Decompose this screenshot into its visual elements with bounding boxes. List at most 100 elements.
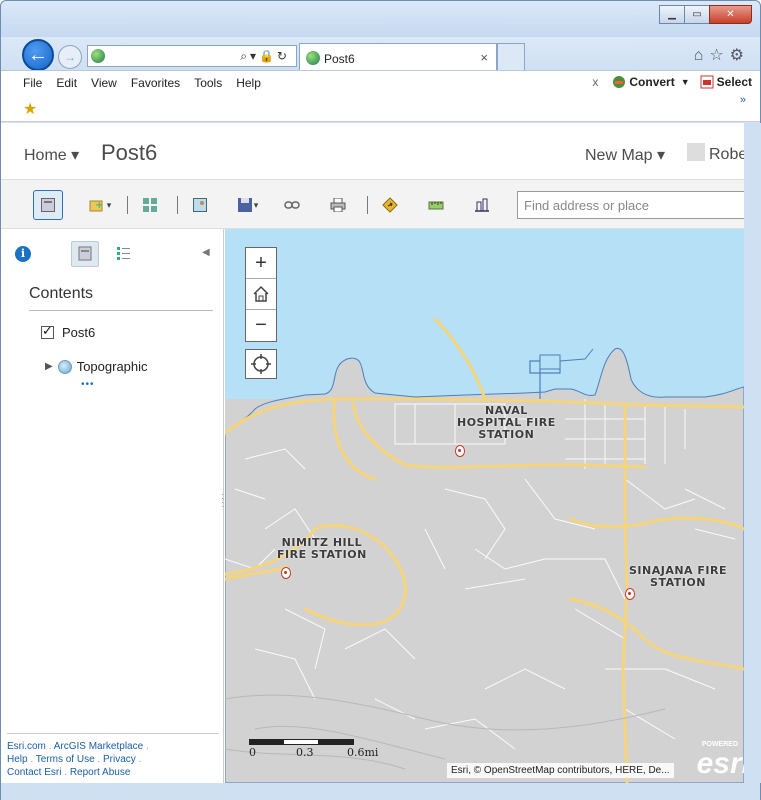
footer-links: Esri.com . ArcGIS Marketplace . Help . T…: [7, 733, 219, 779]
user-menu[interactable]: Robe: [687, 143, 744, 164]
add-layer-button[interactable]: + ▾: [83, 190, 117, 220]
convert-button[interactable]: Convert: [629, 75, 674, 89]
contents-heading: Contents: [29, 285, 94, 302]
user-name: Robe: [709, 146, 744, 163]
map-view[interactable]: + − NAVAL HOSPITAL FIRE STATION NIMITZ H…: [225, 229, 744, 783]
legend-tab[interactable]: [117, 246, 131, 265]
arcgis-page: Home ▾ Post6 New Map ▾ Robe + ▾ ▾ Find a…: [1, 123, 744, 783]
menu-edit[interactable]: Edit: [56, 76, 77, 90]
add-favorite-icon[interactable]: ★: [23, 99, 37, 119]
map-attribution[interactable]: Esri, © OpenStreetMap contributors, HERE…: [447, 763, 674, 778]
bookmarks-button[interactable]: [471, 190, 493, 220]
home-icon[interactable]: ⌂: [694, 47, 710, 64]
left-panel: i ◀ Contents Post6 ▶ Topographic ••• Esr…: [1, 229, 224, 783]
favorites-star-icon[interactable]: ☆: [709, 47, 729, 64]
footer-link-report[interactable]: Report Abuse: [70, 767, 131, 778]
zoom-control: + −: [245, 247, 277, 342]
legend-list-icon: [117, 247, 130, 260]
avatar: [687, 143, 705, 161]
home-menu[interactable]: Home ▾: [24, 145, 79, 165]
forward-button[interactable]: →: [58, 45, 82, 69]
menu-file[interactable]: File: [23, 76, 42, 90]
save-icon: [237, 198, 252, 212]
scale-bar: 0 0.3 0.6mi: [249, 739, 399, 759]
zoom-out-button[interactable]: −: [246, 310, 276, 341]
tab-title: Post6: [324, 52, 355, 66]
settings-gear-icon[interactable]: ⚙: [730, 47, 750, 64]
analysis-button[interactable]: [189, 190, 211, 220]
select-icon: [700, 75, 714, 89]
separator: [367, 196, 368, 214]
footer-link-terms[interactable]: Terms of Use: [36, 754, 95, 765]
select-button[interactable]: Select: [717, 75, 752, 89]
print-button[interactable]: [327, 190, 349, 220]
fire-station-marker-icon[interactable]: [281, 567, 291, 579]
scale-label-0: 0: [249, 746, 256, 759]
measure-button[interactable]: [425, 190, 447, 220]
fire-station-marker-icon[interactable]: [625, 588, 635, 600]
locate-button[interactable]: [245, 349, 277, 379]
maximize-button[interactable]: ▭: [684, 5, 710, 24]
measure-ruler-icon: [428, 201, 444, 210]
menu-favorites[interactable]: Favorites: [131, 76, 180, 90]
directions-icon: [382, 197, 398, 213]
layer-item[interactable]: Post6: [41, 323, 96, 340]
save-button[interactable]: ▾: [233, 190, 263, 220]
menu-tools[interactable]: Tools: [194, 76, 222, 90]
directions-button[interactable]: [379, 190, 401, 220]
print-icon: [330, 198, 346, 212]
map-label-nimitz-hill: NIMITZ HILL FIRE STATION: [277, 536, 367, 561]
more-options-icon[interactable]: •••: [81, 379, 95, 390]
toolbar-close-icon[interactable]: x: [592, 75, 598, 89]
panel-splitter-handle[interactable]: · · · ·: [221, 490, 224, 512]
home-icon: [253, 285, 269, 302]
layer-visibility-checkbox[interactable]: [41, 323, 54, 339]
map-label-sinajana: SINAJANA FIRE STATION: [629, 564, 727, 589]
fire-station-marker-icon[interactable]: [455, 445, 465, 457]
add-layer-icon: +: [89, 200, 103, 212]
address-bar-icons[interactable]: ⌕▾🔒↻: [240, 49, 290, 64]
toolbar-overflow-chevron[interactable]: »: [740, 94, 746, 106]
layer-label: Post6: [62, 325, 96, 340]
favorites-bar: ★ »: [1, 94, 760, 122]
footer-link-esri[interactable]: Esri.com: [7, 741, 46, 752]
expand-triangle-icon[interactable]: ▶: [45, 361, 53, 372]
back-button[interactable]: ←: [22, 39, 54, 71]
basemap-grid-icon: [143, 198, 157, 212]
info-icon[interactable]: i: [15, 246, 31, 262]
footer-link-help[interactable]: Help: [7, 754, 28, 765]
footer-link-marketplace[interactable]: ArcGIS Marketplace: [54, 741, 143, 752]
bookmarks-icon: [475, 198, 489, 212]
new-map-menu[interactable]: New Map ▾: [585, 145, 665, 165]
add-dropdown-icon: ▾: [106, 199, 112, 210]
map-toolbar: + ▾ ▾: [1, 179, 744, 229]
convert-dropdown-icon[interactable]: ▼: [681, 77, 690, 87]
footer-link-privacy[interactable]: Privacy: [103, 754, 136, 765]
minimize-button[interactable]: ▁: [659, 5, 685, 24]
window-bottom-edge: [1, 783, 760, 800]
map-label-naval-hospital: NAVAL HOSPITAL FIRE STATION: [457, 404, 556, 441]
content-tab[interactable]: [71, 241, 99, 267]
basemap-icon: [57, 359, 72, 374]
zoom-in-button[interactable]: +: [246, 248, 276, 279]
close-button[interactable]: ✕: [709, 5, 752, 24]
footer-link-contact[interactable]: Contact Esri: [7, 767, 61, 778]
menu-view[interactable]: View: [91, 76, 117, 90]
share-button[interactable]: [281, 190, 303, 220]
tab-close-icon[interactable]: ×: [480, 50, 488, 65]
separator: [177, 196, 178, 214]
window-right-edge: [744, 123, 761, 783]
home-extent-button[interactable]: [246, 279, 276, 310]
menu-help[interactable]: Help: [236, 76, 261, 90]
details-icon: [41, 198, 55, 212]
basemap-gallery-button[interactable]: [139, 190, 161, 220]
browser-actions: ⌂☆⚙: [694, 45, 750, 65]
new-tab-button[interactable]: [497, 43, 525, 71]
address-bar[interactable]: ⌕▾🔒↻: [87, 45, 297, 67]
browser-tab[interactable]: Post6 ×: [299, 43, 497, 71]
basemap-item[interactable]: ▶ Topographic: [45, 359, 148, 374]
search-input[interactable]: [518, 192, 744, 218]
details-button[interactable]: [33, 190, 63, 220]
basemap-label: Topographic: [76, 359, 148, 374]
collapse-panel-icon[interactable]: ◀: [202, 247, 210, 258]
